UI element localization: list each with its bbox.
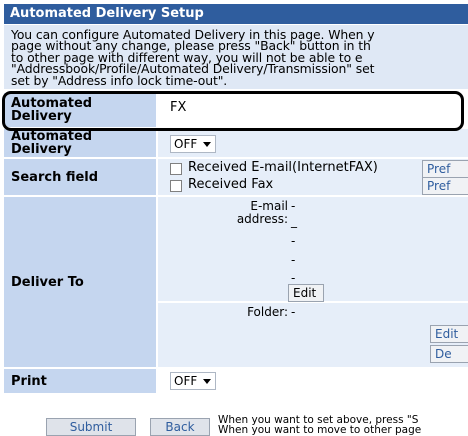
folder-cell: Folder: - Edit De bbox=[158, 303, 468, 367]
description-panel: You can configure Automated Delivery in … bbox=[4, 25, 468, 89]
pref-email-button[interactable]: Pref bbox=[422, 160, 468, 178]
name-label: Automated Delivery bbox=[4, 93, 156, 127]
edit-folder-button[interactable]: Edit bbox=[430, 325, 468, 343]
row-deliver-to: Deliver To E-mail - address: _ - - - Edi… bbox=[4, 197, 468, 367]
row-search-field: Search field Received E-mail(InternetFAX… bbox=[4, 159, 468, 195]
automated-delivery-select-value: OFF bbox=[174, 137, 198, 151]
email-label: E-mail bbox=[250, 199, 288, 213]
page-title: Automated Delivery Setup bbox=[4, 4, 468, 24]
print-select-value: OFF bbox=[174, 374, 198, 388]
email-dash: - bbox=[291, 253, 296, 267]
row-automated-delivery-enable: Automated Delivery OFF bbox=[4, 129, 468, 157]
enable-label: Automated Delivery bbox=[4, 129, 156, 157]
chevron-down-icon bbox=[203, 142, 211, 147]
chevron-down-icon bbox=[203, 379, 211, 384]
description-line: set by "Address info lock time-out". bbox=[11, 72, 228, 88]
email-address-cell: E-mail - address: _ - - - Edit bbox=[158, 197, 468, 302]
search-field-label: Search field bbox=[4, 159, 156, 195]
folder-label: Folder: bbox=[247, 305, 288, 319]
delete-folder-button[interactable]: De bbox=[430, 345, 468, 363]
search-field-value-cell: Received E-mail(InternetFAX) Pref Receiv… bbox=[158, 159, 468, 195]
edit-email-button[interactable]: Edit bbox=[288, 284, 324, 302]
automated-delivery-name-field[interactable]: FX bbox=[170, 100, 186, 115]
email-dash: _ bbox=[291, 214, 297, 228]
pref-fax-button[interactable]: Pref bbox=[422, 177, 468, 195]
print-label: Print bbox=[4, 369, 156, 393]
folder-dash: - bbox=[291, 305, 296, 319]
footer-note: When you want to set above, press "S Whe… bbox=[218, 415, 421, 436]
address-label: address: bbox=[236, 212, 288, 226]
received-email-checkbox[interactable] bbox=[170, 163, 182, 175]
email-dash: - bbox=[291, 199, 296, 213]
enable-value-cell: OFF bbox=[158, 129, 468, 157]
received-fax-label: Received Fax bbox=[188, 177, 274, 192]
submit-button[interactable]: Submit bbox=[46, 418, 136, 436]
print-value-cell: OFF bbox=[158, 369, 468, 393]
email-dash: - bbox=[291, 271, 296, 285]
deliver-to-label: Deliver To bbox=[4, 197, 156, 367]
row-automated-delivery-name: Automated Delivery FX bbox=[4, 93, 468, 127]
back-button[interactable]: Back bbox=[150, 418, 210, 436]
name-value-cell: FX bbox=[158, 93, 468, 127]
received-email-label: Received E-mail(InternetFAX) bbox=[188, 160, 378, 175]
settings-form: Automated Delivery FX Automated Delivery… bbox=[4, 93, 468, 395]
email-dash: - bbox=[291, 234, 296, 248]
received-fax-checkbox[interactable] bbox=[170, 180, 182, 192]
automated-delivery-select[interactable]: OFF bbox=[170, 135, 216, 153]
print-select[interactable]: OFF bbox=[170, 372, 216, 390]
row-print: Print OFF bbox=[4, 369, 468, 393]
